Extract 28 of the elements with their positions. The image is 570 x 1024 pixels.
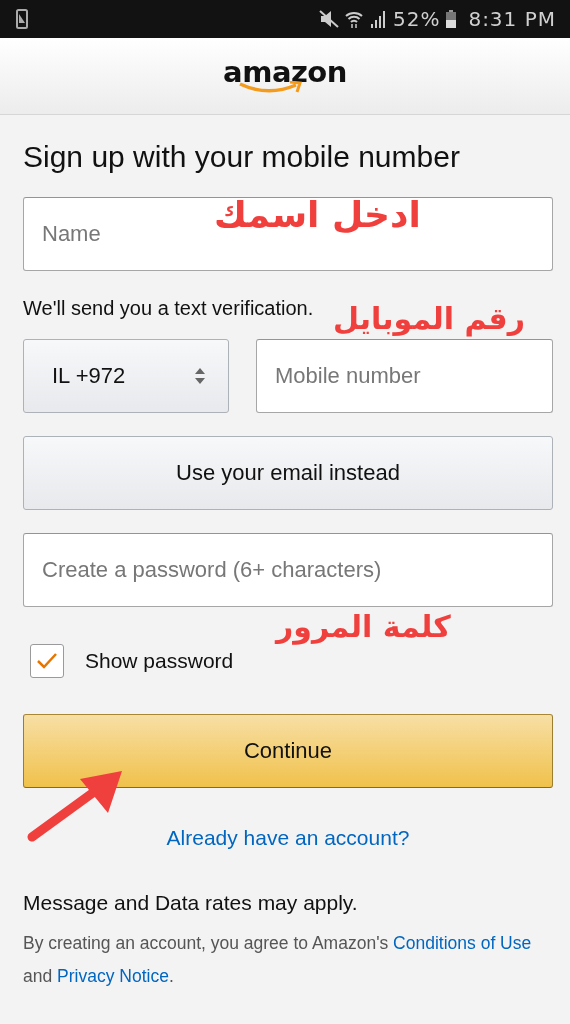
mobile-number-field[interactable]: Mobile number — [256, 339, 553, 413]
privacy-notice-link[interactable]: Privacy Notice — [57, 966, 169, 986]
battery-percentage: 52% — [392, 7, 441, 31]
conditions-of-use-link[interactable]: Conditions of Use — [393, 933, 532, 953]
checkmark-icon — [36, 652, 58, 670]
rates-note: Message and Data rates may apply. — [23, 891, 359, 915]
sign-in-link[interactable]: Already have an account? — [166, 826, 410, 850]
battery-icon — [446, 10, 457, 28]
annotation-text: ادخل اسمك — [214, 195, 421, 235]
password-field[interactable]: Create a password (6+ characters) — [23, 533, 553, 607]
verification-note: We'll send you a text verification. — [23, 297, 315, 320]
annotation-text: كلمة المرور — [276, 610, 451, 644]
show-password-checkbox[interactable] — [30, 644, 64, 678]
use-email-button[interactable]: Use your email instead — [23, 436, 553, 510]
legal-text: By creating an account, you agree to Amazon's Conditions of Use and Privacy Notice. — [23, 932, 533, 988]
updown-caret-icon — [194, 366, 206, 386]
continue-button[interactable]: Continue — [23, 714, 553, 788]
signal-icon — [368, 10, 387, 28]
phone-icon — [16, 9, 28, 29]
smile-arrow-icon — [238, 81, 305, 95]
mute-icon — [318, 10, 339, 28]
wifi-icon — [344, 10, 363, 28]
annotation-text: رقم الموبايل — [333, 302, 525, 336]
amazon-logo: amazon — [223, 57, 347, 87]
country-code-select[interactable]: IL +972 — [23, 339, 229, 413]
page-title: Sign up with your mobile number — [23, 139, 460, 175]
show-password-label: Show password — [85, 649, 234, 673]
clock-time: 8:31 PM — [468, 7, 556, 31]
